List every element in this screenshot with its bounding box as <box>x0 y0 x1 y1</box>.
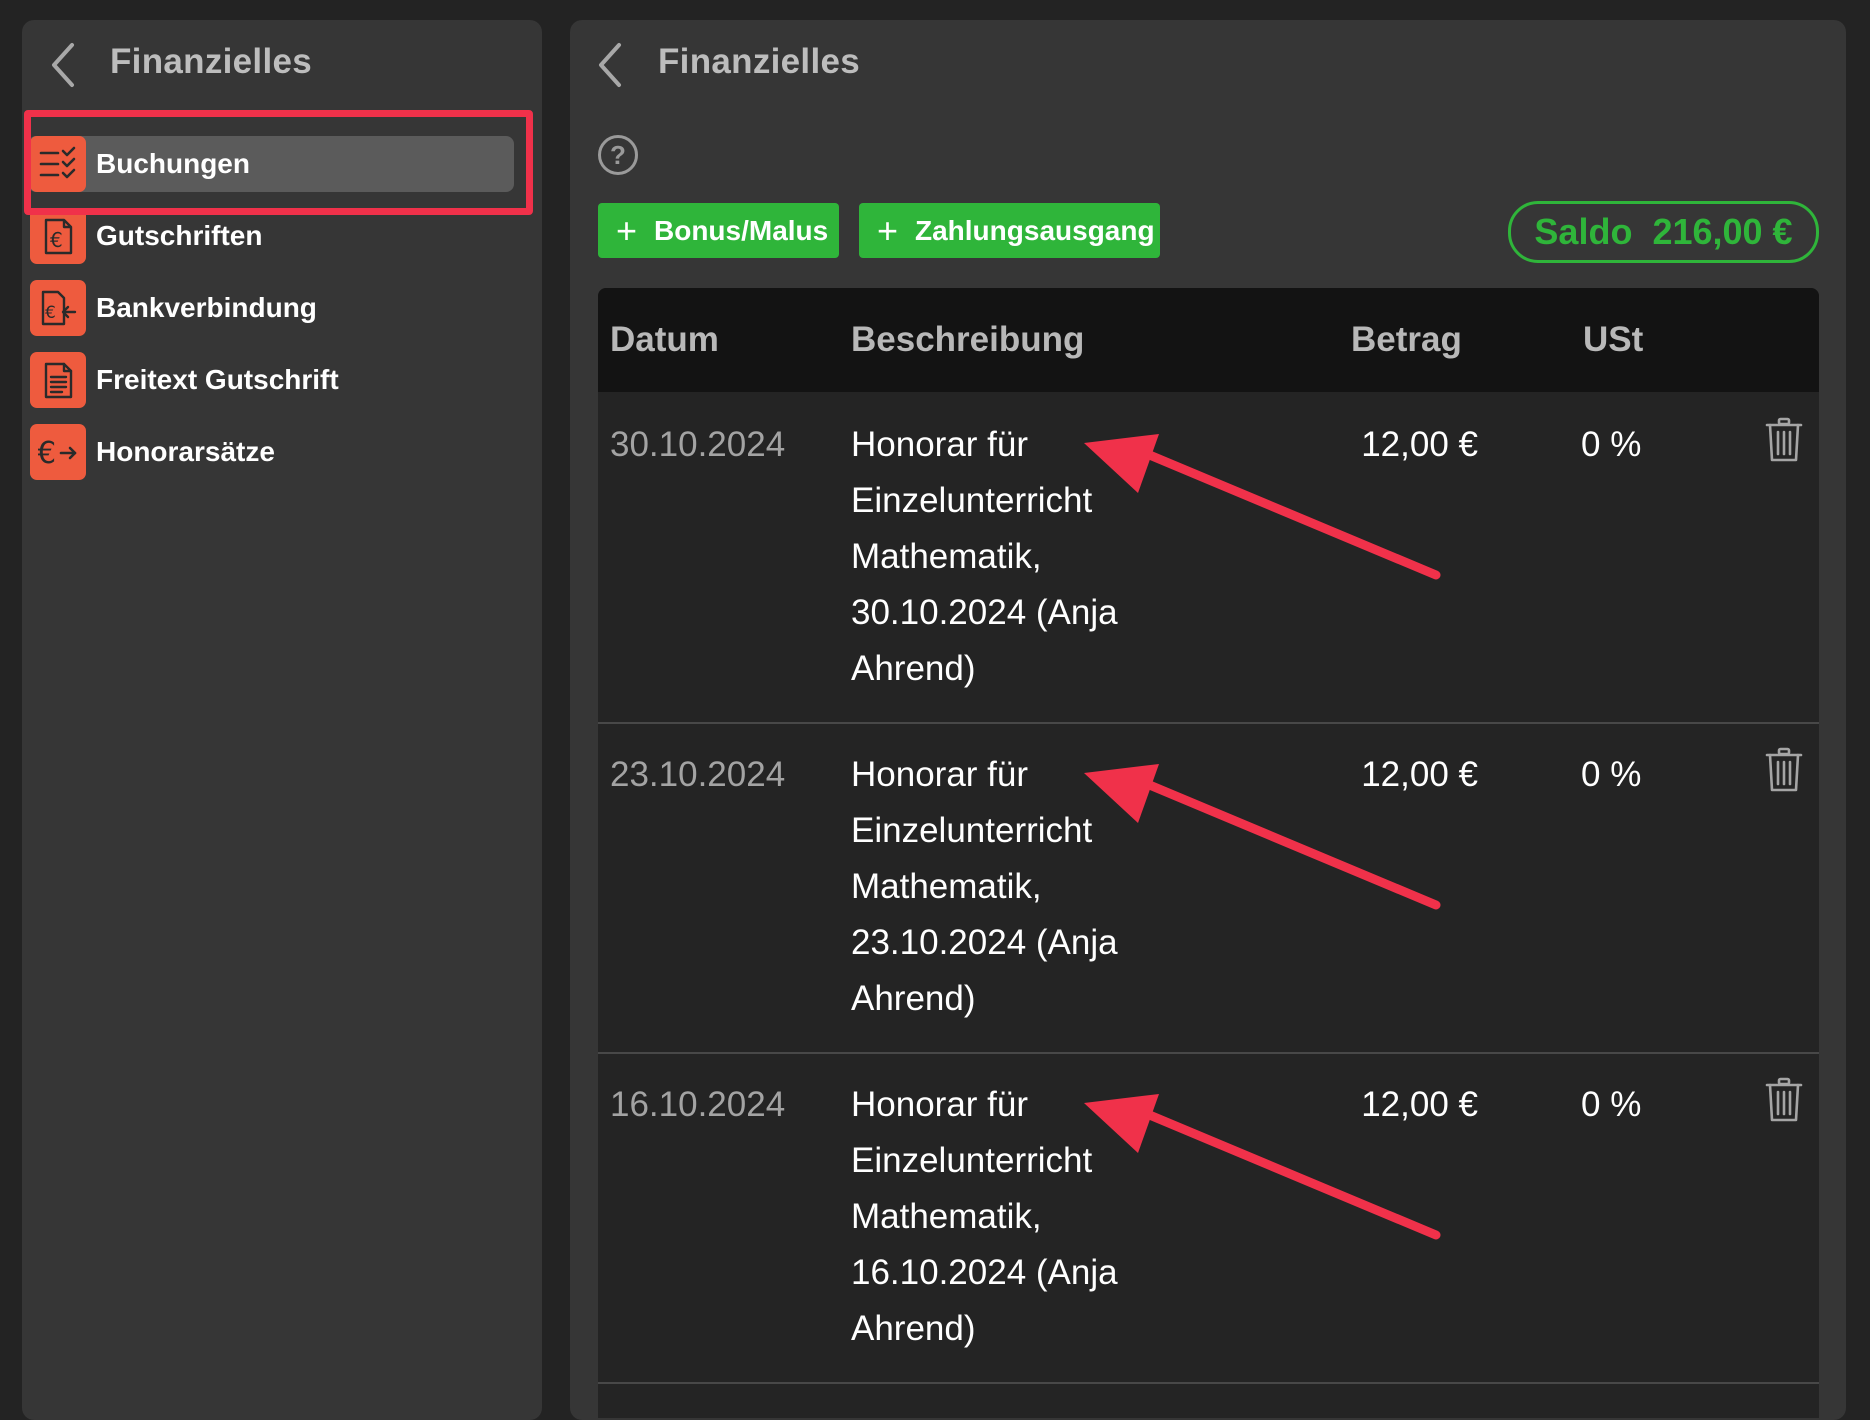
sidebar-item-label: Bankverbindung <box>96 292 317 323</box>
payment-out-button[interactable]: + Zahlungsausgang <box>859 203 1160 258</box>
sidebar-item-gutschriften[interactable]: € Gutschriften <box>28 208 514 264</box>
button-label: Bonus/Malus <box>654 215 829 246</box>
table-header: Datum Beschreibung Betrag USt <box>598 288 1819 392</box>
column-header-date[interactable]: Datum <box>610 288 719 392</box>
annotation-highlight-box <box>24 110 533 215</box>
row-vat: 0 % <box>1581 1085 1642 1124</box>
row-vat: 0 % <box>1581 425 1642 464</box>
euro-document-icon: € <box>30 208 86 264</box>
annotation-arrow-icon <box>1084 434 1441 580</box>
euro-arrow-icon: € <box>30 424 86 480</box>
plus-icon: + <box>877 210 899 251</box>
svg-text:€: € <box>50 228 63 252</box>
annotation-arrow-icon <box>1084 764 1441 910</box>
svg-text:€: € <box>45 303 56 323</box>
sidebar-item-label: Gutschriften <box>96 220 263 251</box>
sidebar-title: Finanzielles <box>110 42 312 81</box>
row-date: 16.10.2024 <box>610 1085 786 1124</box>
page-title: Finanzielles <box>658 42 860 81</box>
trash-icon[interactable] <box>1765 417 1803 463</box>
balance-value: 216,00 € <box>1652 211 1793 252</box>
back-chevron-icon[interactable] <box>593 35 633 95</box>
euro-transfer-in-icon: € <box>30 280 86 336</box>
row-vat: 0 % <box>1581 755 1642 794</box>
sidebar-item-label: Honorarsätze <box>96 436 275 467</box>
sidebar-item-honorarsaetze[interactable]: € Honorarsätze <box>28 424 514 480</box>
row-date: 30.10.2024 <box>610 425 786 464</box>
question-circle-icon[interactable]: ? <box>598 135 638 175</box>
svg-text:€: € <box>38 436 56 471</box>
balance-badge: Saldo 216,00 € <box>1508 201 1819 263</box>
sidebar-item-freitext-gutschrift[interactable]: Freitext Gutschrift <box>28 352 514 408</box>
trash-icon[interactable] <box>1765 747 1803 793</box>
bonus-malus-button[interactable]: + Bonus/Malus <box>598 203 839 258</box>
annotation-arrow-icon <box>1084 1094 1441 1240</box>
sidebar-item-label: Freitext Gutschrift <box>96 364 339 395</box>
column-header-vat[interactable]: USt <box>1583 288 1643 392</box>
column-header-description[interactable]: Beschreibung <box>851 288 1084 392</box>
button-label: Zahlungsausgang <box>915 215 1155 246</box>
text-document-icon <box>30 352 86 408</box>
column-header-amount[interactable]: Betrag <box>1351 288 1462 392</box>
back-chevron-icon[interactable] <box>46 35 86 95</box>
plus-icon: + <box>616 210 638 251</box>
row-date: 23.10.2024 <box>610 755 786 794</box>
balance-label: Saldo <box>1534 211 1633 252</box>
trash-icon[interactable] <box>1765 1077 1803 1123</box>
sidebar-item-bankverbindung[interactable]: € Bankverbindung <box>28 280 514 336</box>
